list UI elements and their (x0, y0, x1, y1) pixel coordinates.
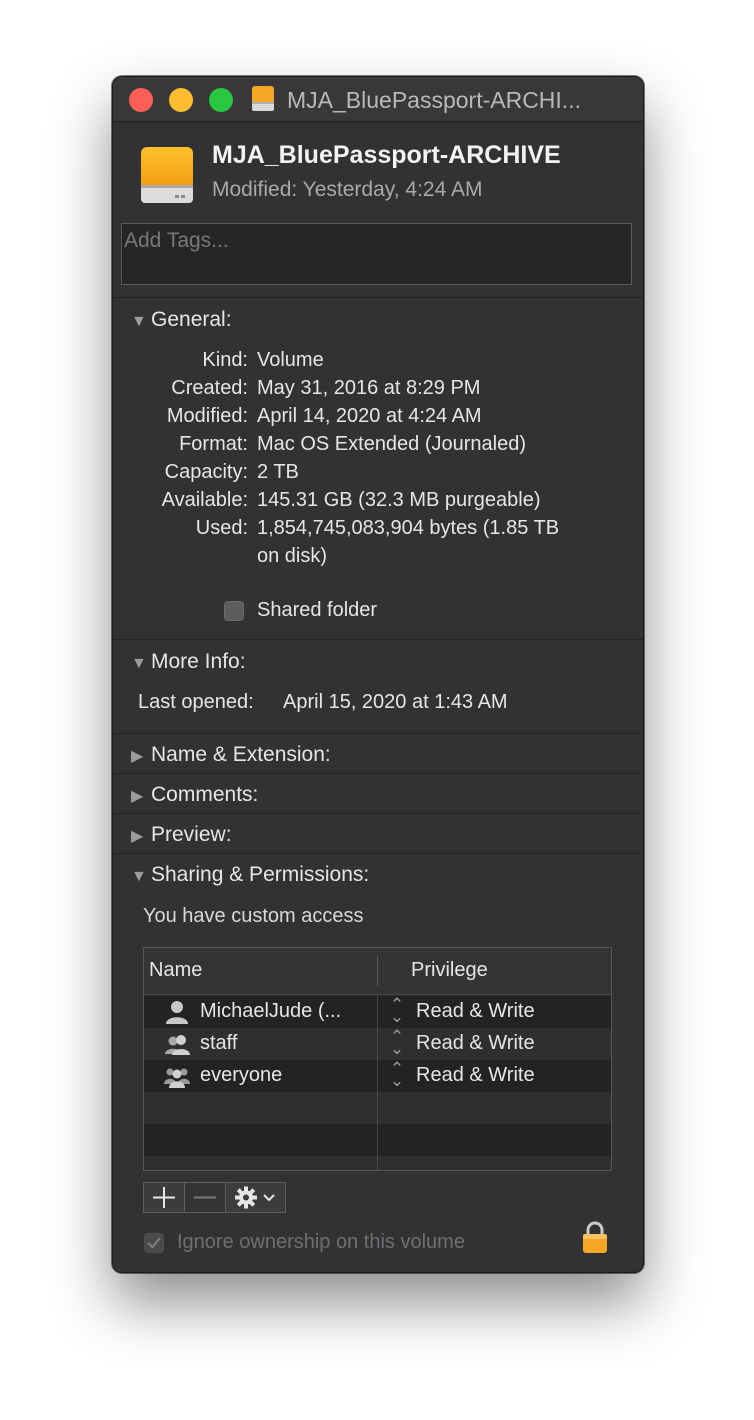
zoom-button[interactable] (209, 88, 233, 112)
section-more-info[interactable]: ▼ More Info: (131, 650, 246, 674)
disclosure-open-icon: ▼ (131, 313, 147, 330)
privilege-popup[interactable]: Read & Write (416, 1064, 535, 1087)
modified-label: Modified: (166, 405, 248, 427)
checkmark-icon (147, 1237, 161, 1249)
available-value: 145.31 GB (32.3 MB purgeable) (257, 489, 541, 511)
user-icon (166, 1001, 188, 1024)
add-button[interactable] (143, 1182, 185, 1213)
plus-icon (153, 1187, 175, 1208)
permissions-button-bar (143, 1182, 286, 1213)
gear-icon (235, 1186, 275, 1209)
section-general-label: General: (151, 308, 232, 331)
close-button[interactable] (129, 88, 153, 112)
used-label: Used: (195, 517, 248, 539)
disclosure-closed-icon: ▶ (131, 788, 144, 805)
section-more-info-label: More Info: (151, 650, 246, 673)
access-note: You have custom access (143, 905, 364, 927)
column-header-privilege[interactable]: Privilege (411, 959, 488, 982)
external-drive-icon (141, 147, 193, 203)
section-comments-label: Comments: (151, 783, 259, 806)
permission-name: everyone (200, 1064, 283, 1086)
format-label: Format: (179, 433, 248, 455)
section-sharing-label: Sharing & Permissions: (151, 863, 370, 886)
table-header: Name Privilege (144, 948, 611, 995)
used-value: 1,854,745,083,904 bytes (1.85 TB (257, 517, 560, 539)
group-icon (165, 1035, 190, 1055)
external-drive-icon (252, 86, 274, 111)
disclosure-open-icon: ▼ (131, 655, 147, 672)
last-opened-value: April 15, 2020 at 1:43 AM (283, 691, 508, 713)
created-value: May 31, 2016 at 8:29 PM (257, 377, 481, 399)
last-opened-label: Last opened: (138, 691, 254, 713)
section-comments[interactable]: ▶ Comments: (131, 783, 258, 807)
kind-label: Kind: (202, 349, 248, 371)
stepper-icon[interactable]: ⌃ ⌄ (389, 996, 405, 1025)
section-general[interactable]: ▼ General: (131, 308, 232, 332)
disclosure-closed-icon: ▶ (131, 828, 144, 845)
ignore-ownership-label: Ignore ownership on this volume (177, 1231, 465, 1253)
format-value: Mac OS Extended (Journaled) (257, 433, 527, 455)
used-value-continued: on disk) (257, 545, 328, 567)
window-title: MJA_BluePassport-ARCHI... (287, 87, 581, 113)
info-window: MJA_BluePassport-ARCHI... MJA_BluePasspo… (112, 76, 644, 1273)
capacity-value: 2 TB (257, 461, 299, 483)
disclosure-open-icon: ▼ (131, 868, 147, 885)
section-name-extension-label: Name & Extension: (151, 743, 331, 766)
divider (113, 297, 643, 298)
permission-name: staff (200, 1032, 238, 1054)
disclosure-closed-icon: ▶ (131, 748, 144, 765)
divider (113, 853, 643, 854)
permission-name: MichaelJude (... (200, 1000, 342, 1022)
kind-value: Volume (257, 349, 324, 371)
minus-icon (194, 1196, 216, 1199)
permissions-table[interactable]: Name Privilege MichaelJude (... ⌃ ⌄ Read … (143, 947, 612, 1171)
section-sharing-permissions[interactable]: ▼ Sharing & Permissions: (131, 863, 369, 887)
divider (113, 773, 643, 774)
column-divider (377, 994, 378, 1170)
tags-field[interactable]: Add Tags... (121, 223, 632, 285)
remove-button[interactable] (185, 1182, 226, 1213)
title-bar[interactable]: MJA_BluePassport-ARCHI... (113, 77, 643, 122)
section-preview-label: Preview: (151, 823, 232, 846)
shared-folder-label: Shared folder (257, 599, 378, 621)
modified-value: April 14, 2020 at 4:24 AM (257, 405, 482, 427)
divider (113, 733, 643, 734)
stepper-icon[interactable]: ⌃ ⌄ (389, 1028, 405, 1057)
stepper-icon[interactable]: ⌃ ⌄ (389, 1060, 405, 1089)
privilege-popup[interactable]: Read & Write (416, 1000, 535, 1023)
capacity-label: Capacity: (164, 461, 248, 483)
file-name: MJA_BluePassport-ARCHIVE (212, 141, 561, 169)
created-label: Created: (171, 377, 248, 399)
section-preview[interactable]: ▶ Preview: (131, 823, 232, 847)
lock-icon[interactable] (581, 1220, 609, 1254)
tags-placeholder: Add Tags... (124, 229, 229, 252)
modified-summary: Modified: Yesterday, 4:24 AM (212, 178, 483, 201)
available-label: Available: (161, 489, 248, 511)
section-name-extension[interactable]: ▶ Name & Extension: (131, 743, 331, 767)
divider (113, 639, 643, 640)
action-menu-button[interactable] (226, 1182, 286, 1213)
column-divider (377, 956, 378, 986)
everyone-icon (164, 1068, 190, 1088)
divider (113, 813, 643, 814)
privilege-popup[interactable]: Read & Write (416, 1032, 535, 1055)
column-header-name[interactable]: Name (149, 959, 202, 982)
ignore-ownership-checkbox[interactable] (144, 1233, 164, 1253)
minimize-button[interactable] (169, 88, 193, 112)
shared-folder-checkbox[interactable] (224, 601, 244, 621)
